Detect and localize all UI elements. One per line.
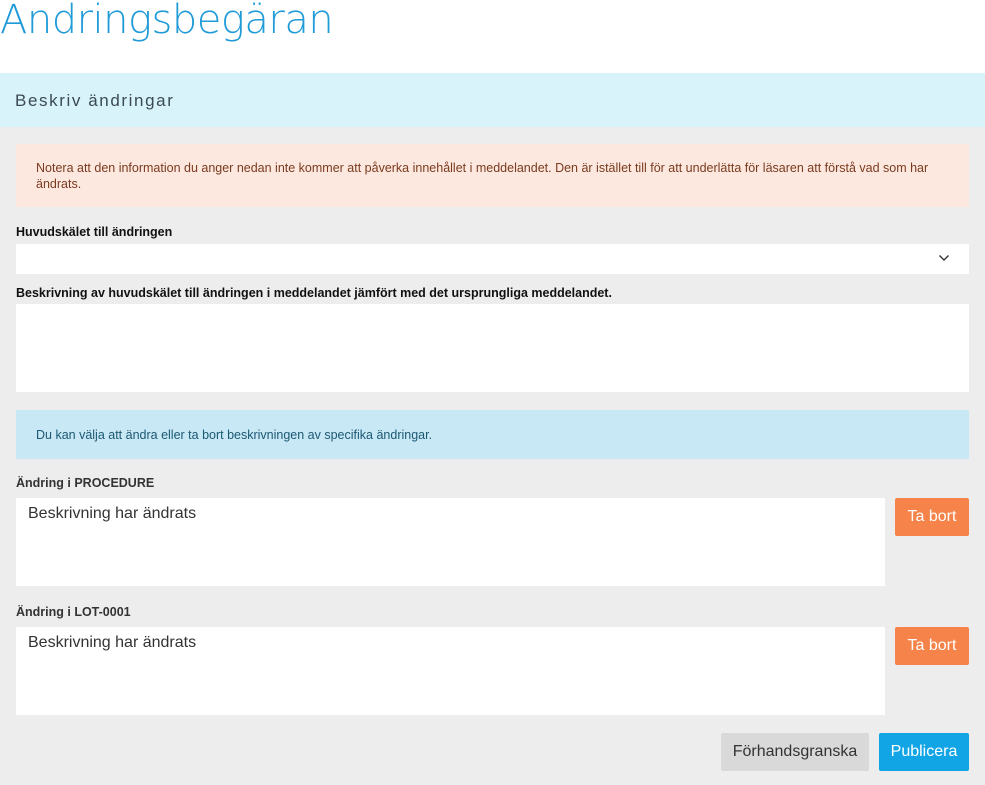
change-label-lot-0001: Ändring i LOT-0001 (16, 605, 131, 619)
page-title: Ändringsbegäran (0, 0, 334, 43)
main-reason-label: Huvudskälet till ändringen (16, 225, 173, 239)
preview-button[interactable]: Förhandsgranska (721, 733, 869, 771)
info-notice: Du kan välja att ändra eller ta bort bes… (16, 410, 969, 459)
change-description-lot-0001[interactable] (16, 627, 885, 715)
remove-change-lot-0001-button[interactable]: Ta bort (895, 627, 969, 665)
change-description-procedure[interactable] (16, 498, 885, 586)
remove-change-procedure-button[interactable]: Ta bort (895, 498, 969, 536)
warning-notice: Notera att den information du anger neda… (16, 144, 969, 207)
main-reason-description-label: Beskrivning av huvudskälet till ändringe… (16, 286, 612, 300)
publish-button[interactable]: Publicera (879, 733, 969, 771)
change-label-procedure: Ändring i PROCEDURE (16, 476, 155, 490)
main-reason-description-textarea[interactable] (16, 304, 969, 392)
section-header: Beskriv ändringar (0, 73, 985, 127)
section-title: Beskriv ändringar (15, 91, 175, 110)
chevron-down-icon (939, 255, 949, 261)
main-reason-select[interactable] (16, 244, 969, 274)
